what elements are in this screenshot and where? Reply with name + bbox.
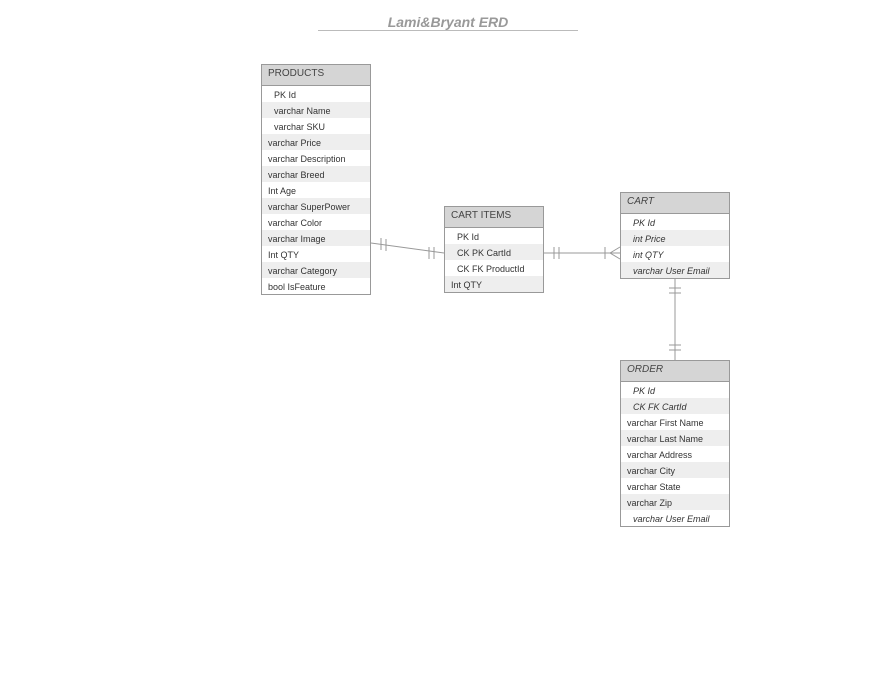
entity-cart-row: varchar User Email [621, 262, 729, 278]
entity-order-header: ORDER [621, 361, 729, 382]
entity-order-row: CK FK CartId [621, 398, 729, 414]
entity-cartitems-row: CK FK ProductId [445, 260, 543, 276]
entity-cart-row: PK Id [621, 214, 729, 230]
entity-products-row: varchar Name [262, 102, 370, 118]
entity-products-row: varchar Price [262, 134, 370, 150]
entity-order-row: varchar City [621, 462, 729, 478]
entity-cart-row: int Price [621, 230, 729, 246]
entity-products: PRODUCTS PK Idvarchar Namevarchar SKUvar… [261, 64, 371, 295]
entity-order-row: PK Id [621, 382, 729, 398]
entity-products-row: varchar SKU [262, 118, 370, 134]
entity-products-row: varchar Category [262, 262, 370, 278]
entity-products-row: varchar Breed [262, 166, 370, 182]
entity-order-row: varchar User Email [621, 510, 729, 526]
entity-products-row: varchar Color [262, 214, 370, 230]
entity-cartitems: CART ITEMS PK IdCK PK CartIdCK FK Produc… [444, 206, 544, 293]
entity-order-row: varchar State [621, 478, 729, 494]
entity-cartitems-row: PK Id [445, 228, 543, 244]
entity-cartitems-header: CART ITEMS [445, 207, 543, 228]
entity-products-row: varchar Description [262, 150, 370, 166]
entity-cart: CART PK Idint Priceint QTYvarchar User E… [620, 192, 730, 279]
entity-cart-header: CART [621, 193, 729, 214]
entity-products-row: bool IsFeature [262, 278, 370, 294]
connectors [0, 0, 896, 692]
entity-products-row: PK Id [262, 86, 370, 102]
entity-cartitems-row: CK PK CartId [445, 244, 543, 260]
entity-order-row: varchar First Name [621, 414, 729, 430]
entity-cartitems-row: Int QTY [445, 276, 543, 292]
entity-products-row: Int Age [262, 182, 370, 198]
title-underline [318, 30, 578, 31]
entity-order: ORDER PK IdCK FK CartIdvarchar First Nam… [620, 360, 730, 527]
entity-products-header: PRODUCTS [262, 65, 370, 86]
entity-order-row: varchar Last Name [621, 430, 729, 446]
entity-order-row: varchar Zip [621, 494, 729, 510]
entity-cart-row: int QTY [621, 246, 729, 262]
entity-products-row: Int QTY [262, 246, 370, 262]
entity-order-row: varchar Address [621, 446, 729, 462]
entity-products-row: varchar SuperPower [262, 198, 370, 214]
diagram-title: Lami&Bryant ERD [0, 14, 896, 30]
entity-products-row: varchar Image [262, 230, 370, 246]
